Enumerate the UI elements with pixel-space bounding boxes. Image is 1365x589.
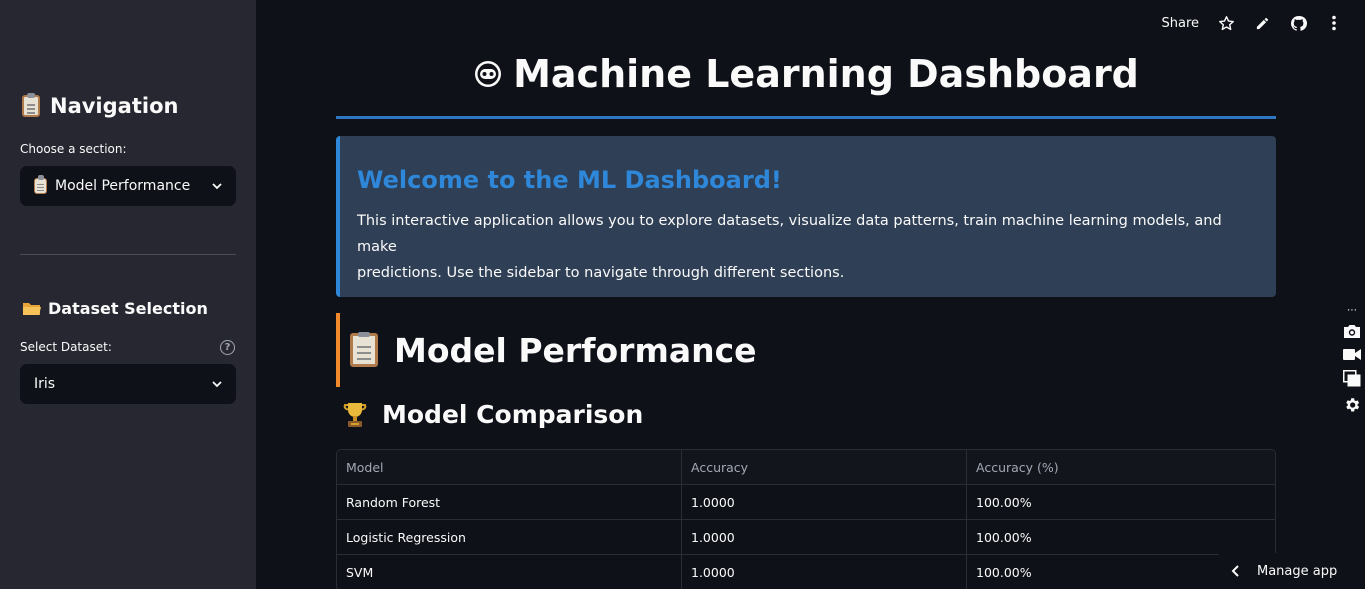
gear-icon[interactable] (1343, 396, 1361, 414)
github-icon[interactable] (1289, 14, 1307, 32)
trophy-icon (343, 402, 367, 427)
dataset-selection-heading: Dataset Selection (22, 299, 208, 318)
dataset-selection-title: Dataset Selection (48, 299, 208, 318)
table-row: Logistic Regression 1.0000 100.00% (337, 520, 1275, 555)
section-heading: Model Performance (336, 313, 757, 387)
table-cell[interactable]: 1.0000 (682, 485, 967, 519)
section-label: Choose a section: (20, 142, 127, 156)
manage-app-button[interactable]: Manage app (1219, 553, 1365, 589)
welcome-text-line-1: This interactive application allows you … (357, 213, 1222, 255)
folder-icon (23, 302, 41, 315)
sidebar: Navigation Choose a section: Model Perfo… (0, 0, 256, 589)
video-camera-icon[interactable] (1343, 348, 1361, 361)
welcome-box: Welcome to the ML Dashboard! This intera… (336, 136, 1276, 297)
title-divider (336, 116, 1276, 119)
page-title-text: Machine Learning Dashboard (513, 52, 1139, 96)
table-row: SVM 1.0000 100.00% (337, 555, 1275, 589)
chevron-left-icon (1231, 565, 1239, 577)
table-cell[interactable]: Random Forest (337, 485, 682, 519)
camera-icon[interactable] (1343, 324, 1361, 339)
table-header-row: Model Accuracy Accuracy (%) (337, 450, 1275, 485)
copy-window-icon[interactable] (1343, 370, 1361, 387)
table-row: Random Forest 1.0000 100.00% (337, 485, 1275, 520)
clipboard-icon (34, 178, 47, 194)
chevron-down-icon (212, 183, 222, 190)
section-select[interactable]: Model Performance (20, 166, 236, 206)
table-cell[interactable]: 1.0000 (682, 555, 967, 589)
table-cell[interactable]: 1.0000 (682, 520, 967, 554)
dataset-label: Select Dataset: (20, 340, 112, 354)
table-cell[interactable]: 100.00% (967, 485, 1275, 519)
share-button[interactable]: Share (1161, 16, 1199, 31)
clipboard-icon (350, 333, 378, 367)
link-more-icon[interactable]: ⋯ (1347, 306, 1357, 316)
chevron-down-icon (212, 381, 222, 388)
sidebar-divider (20, 254, 236, 255)
floating-devtools-toolbar: ⋯ (1339, 305, 1365, 431)
clipboard-icon (22, 95, 40, 117)
dataset-select[interactable]: Iris (20, 364, 236, 404)
manage-app-label: Manage app (1257, 563, 1338, 579)
pencil-icon[interactable] (1253, 14, 1271, 32)
table-header-cell[interactable]: Model (337, 450, 682, 484)
top-toolbar: Share (1161, 14, 1343, 32)
robot-face-icon (475, 61, 502, 87)
welcome-text: This interactive application allows you … (357, 208, 1256, 286)
model-comparison-table: Model Accuracy Accuracy (%) Random Fores… (336, 449, 1276, 589)
page-title: Machine Learning Dashboard (336, 52, 1276, 96)
subsection-heading: Model Comparison (342, 400, 643, 429)
table-cell[interactable]: 100.00% (967, 520, 1275, 554)
table-header-cell[interactable]: Accuracy (%) (967, 450, 1275, 484)
welcome-text-line-2: predictions. Use the sidebar to navigate… (357, 265, 845, 281)
sidebar-navigation-heading: Navigation (22, 94, 178, 118)
section-select-value: Model Performance (55, 178, 191, 194)
table-cell[interactable]: Logistic Regression (337, 520, 682, 554)
help-icon[interactable]: ? (220, 340, 235, 355)
navigation-title: Navigation (50, 94, 179, 118)
section-title: Model Performance (394, 330, 757, 370)
table-header-cell[interactable]: Accuracy (682, 450, 967, 484)
welcome-heading: Welcome to the ML Dashboard! (357, 166, 782, 194)
more-vert-icon[interactable] (1325, 14, 1343, 32)
subsection-title: Model Comparison (382, 400, 644, 429)
dataset-select-value: Iris (34, 376, 56, 392)
star-icon[interactable] (1217, 14, 1235, 32)
table-cell[interactable]: SVM (337, 555, 682, 589)
